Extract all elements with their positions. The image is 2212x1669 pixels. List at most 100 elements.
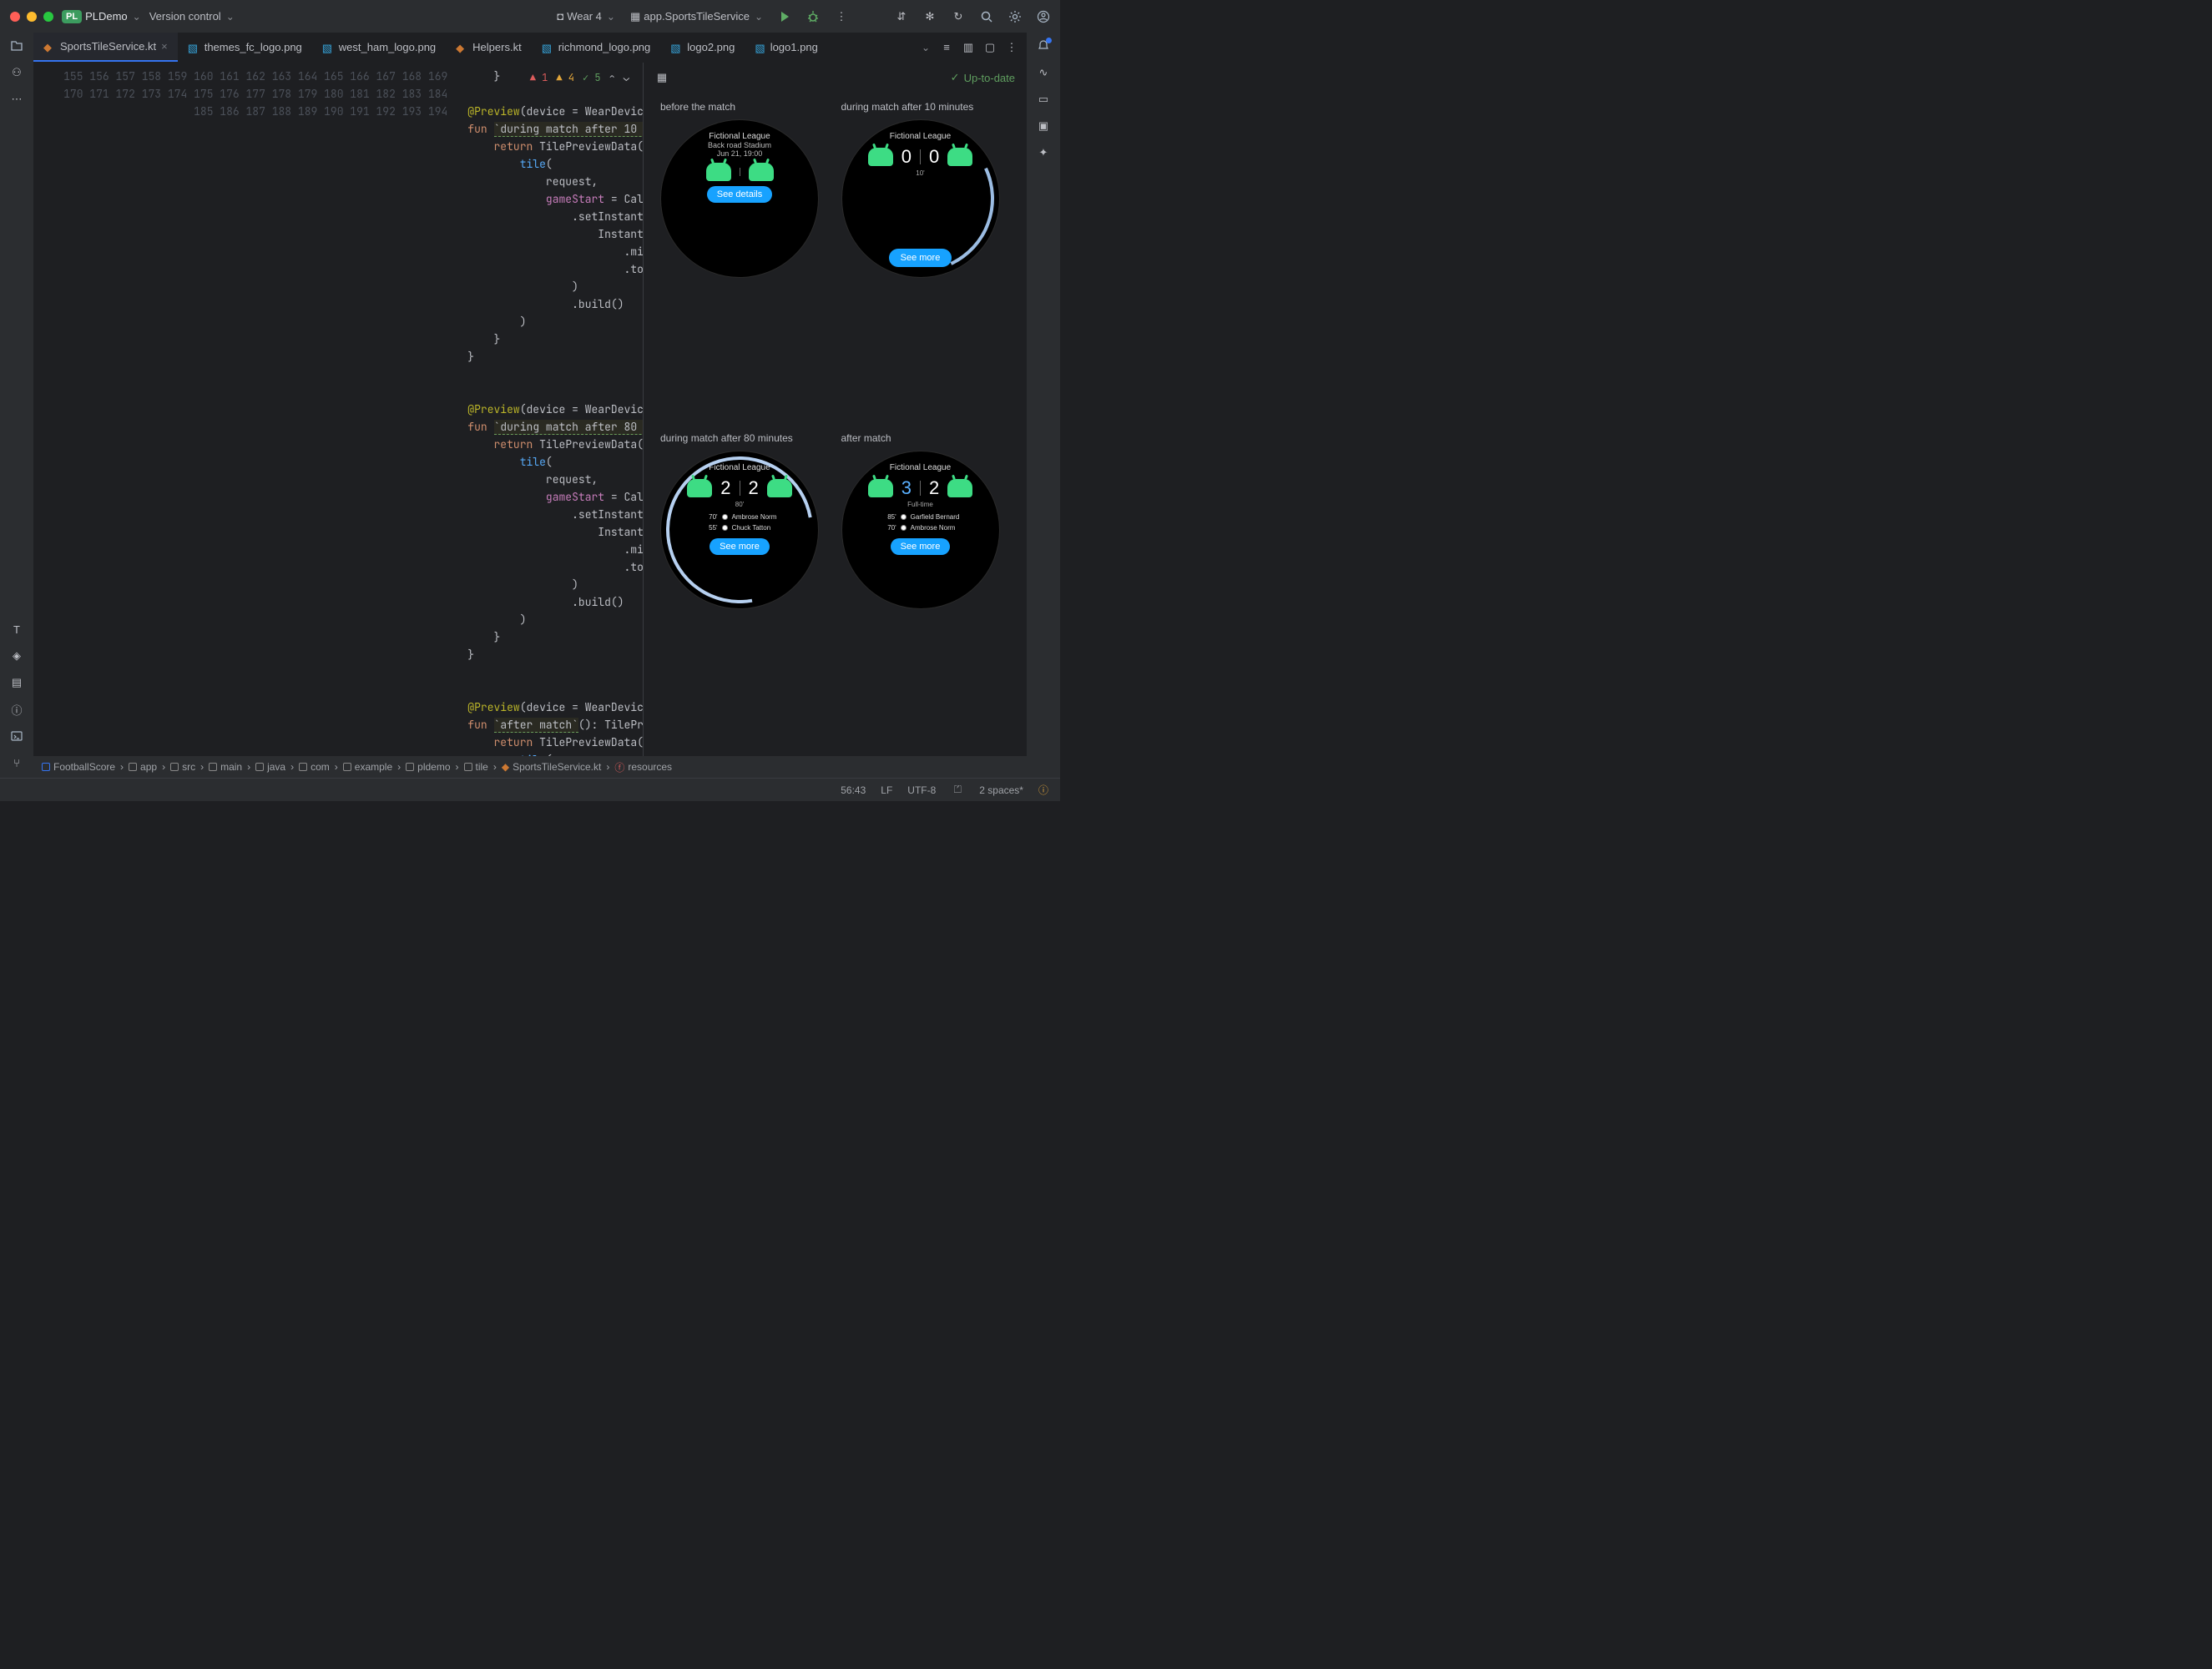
terminal-tool-icon[interactable] — [10, 729, 23, 743]
settings-icon[interactable] — [1008, 10, 1022, 23]
breadcrumb-item[interactable]: main — [209, 761, 242, 773]
tile-cta-button[interactable]: See details — [707, 186, 772, 203]
more-tool-icon[interactable]: ⋯ — [10, 93, 23, 106]
run-config-selector[interactable]: ▦ app.SportsTileService — [630, 10, 763, 23]
tab-sportstileservice[interactable]: ◆ SportsTileService.kt × — [33, 33, 178, 62]
breadcrumb-item[interactable]: ◆SportsTileService.kt — [502, 761, 602, 773]
more-icon[interactable]: ⋮ — [835, 10, 848, 23]
editor-view-split-icon[interactable]: ▥ — [962, 41, 975, 54]
tab-richmond-logo[interactable]: ▧ richmond_logo.png — [532, 33, 661, 62]
status-warning-icon[interactable]: ⓘ — [1038, 783, 1048, 797]
code-with-me-icon[interactable]: ⇵ — [895, 10, 908, 23]
breadcrumb-item[interactable]: com — [299, 761, 330, 773]
workarea: ◆ SportsTileService.kt × ▧ themes_fc_log… — [33, 33, 1027, 778]
profiler-tool-icon[interactable]: ◈ — [10, 649, 23, 663]
structure-tool-icon[interactable]: ⚇ — [10, 66, 23, 79]
running-devices-icon[interactable]: ∿ — [1037, 66, 1050, 79]
build-tool-icon[interactable]: T — [10, 623, 23, 636]
ai-assistant-icon[interactable]: ✦ — [1037, 146, 1050, 159]
logcat-tool-icon[interactable]: ▤ — [10, 676, 23, 689]
tile-cta-button[interactable]: See more — [891, 538, 951, 555]
image-file-icon: ▧ — [322, 42, 334, 53]
tab-label: Helpers.kt — [472, 41, 522, 53]
code-editor[interactable]: ▲ 1 ▲ 4 ✓ 5 ⌃ ⌄ 155 156 157 158 159 160 … — [33, 63, 643, 756]
caret-position[interactable]: 56:43 — [841, 784, 866, 796]
error-badge[interactable]: ▲ 1 — [530, 69, 548, 87]
notifications-icon[interactable] — [1037, 39, 1050, 53]
resource-manager-icon[interactable]: ▣ — [1037, 119, 1050, 133]
tab-helpers[interactable]: ◆ Helpers.kt — [446, 33, 532, 62]
breadcrumb-item[interactable]: tile — [464, 761, 488, 773]
team-a-mascot — [706, 163, 731, 181]
breadcrumb-item[interactable]: pldemo — [406, 761, 450, 773]
line-gutter[interactable]: 155 156 157 158 159 160 161 162 163 164 … — [33, 63, 459, 756]
editor-view-image-icon[interactable]: ▢ — [983, 41, 997, 54]
run-icon[interactable] — [778, 10, 791, 23]
indent-setting[interactable]: 2 spaces* — [979, 784, 1023, 796]
prev-highlight-icon[interactable]: ⌃ — [609, 69, 615, 87]
search-icon[interactable] — [980, 10, 993, 23]
warning-badge[interactable]: ▲ 4 — [556, 69, 574, 87]
tile-title: during match after 80 minutes — [660, 432, 830, 444]
close-tab-icon[interactable]: × — [161, 40, 168, 53]
breadcrumb-item[interactable]: example — [343, 761, 392, 773]
league-label: Fictional League — [709, 132, 770, 141]
score-b: 2 — [929, 477, 939, 499]
tile-title: before the match — [660, 101, 830, 113]
ide-bug-icon[interactable]: ✻ — [923, 10, 937, 23]
readonly-icon[interactable]: ⏍ — [951, 784, 964, 797]
problems-tool-icon[interactable]: ⓘ — [10, 703, 23, 716]
close-window[interactable] — [10, 12, 20, 22]
tab-westham-logo[interactable]: ▧ west_ham_logo.png — [312, 33, 446, 62]
inspection-badges[interactable]: ▲ 1 ▲ 4 ✓ 5 ⌃ ⌄ — [530, 69, 629, 87]
tab-label: richmond_logo.png — [558, 41, 651, 53]
match-timer: Full-time — [907, 501, 933, 508]
league-label: Fictional League — [890, 463, 951, 472]
preview-body[interactable]: before the matchFictional LeagueBack roa… — [644, 93, 1027, 756]
minimize-window[interactable] — [27, 12, 37, 22]
breadcrumb-item[interactable]: ⓕresources — [614, 760, 672, 774]
weak-warning-badge[interactable]: ✓ 5 — [583, 69, 601, 87]
editor-view-list-icon[interactable]: ≡ — [940, 41, 953, 54]
debug-icon[interactable] — [806, 10, 820, 23]
window-controls[interactable] — [10, 12, 53, 22]
kotlin-file-icon: ◆ — [456, 42, 467, 53]
code-content[interactable]: } @Preview(device = WearDevices.SMALL_RO… — [459, 63, 643, 756]
preview-tool-icon[interactable]: ▦ — [655, 71, 669, 84]
line-ending[interactable]: LF — [881, 784, 892, 796]
breadcrumb-item[interactable]: src — [170, 761, 195, 773]
next-highlight-icon[interactable]: ⌄ — [624, 69, 629, 87]
chevron-down-icon — [753, 10, 763, 23]
team-a-mascot — [868, 479, 893, 497]
breadcrumbs[interactable]: FootballScore›app›src›main›java›com›exam… — [33, 756, 1027, 778]
breadcrumb-item[interactable]: java — [255, 761, 285, 773]
project-tool-icon[interactable] — [10, 39, 23, 53]
maximize-window[interactable] — [43, 12, 53, 22]
preview-tile[interactable]: after matchFictional League32Full-time85… — [841, 432, 1011, 749]
editor-more-icon[interactable]: ⋮ — [1005, 41, 1018, 54]
device-manager-icon[interactable]: ▭ — [1037, 93, 1050, 106]
preview-tile[interactable]: before the matchFictional LeagueBack roa… — [660, 101, 830, 417]
vcs-menu[interactable]: Version control — [149, 10, 235, 23]
tab-themes-logo[interactable]: ▧ themes_fc_logo.png — [178, 33, 312, 62]
sync-icon[interactable]: ↻ — [952, 10, 965, 23]
tab-controls: ≡ ▥ ▢ ⋮ — [910, 33, 1027, 62]
tile-title: after match — [841, 432, 1011, 444]
preview-status: ✓ Up-to-date — [951, 71, 1015, 84]
preview-tile[interactable]: during match after 10 minutesFictional L… — [841, 101, 1011, 417]
tab-logo2[interactable]: ▧ logo2.png — [660, 33, 745, 62]
device-selector[interactable]: ◘ Wear 4 — [557, 10, 615, 23]
titlebar: PL PLDemo Version control ◘ Wear 4 ▦ app… — [0, 0, 1060, 33]
breadcrumb-item[interactable]: FootballScore — [42, 761, 115, 773]
preview-tile[interactable]: during match after 80 minutesFictional L… — [660, 432, 830, 749]
team-b-mascot — [749, 163, 774, 181]
project-selector[interactable]: PL PLDemo — [62, 10, 141, 23]
vcs-tool-icon[interactable]: ⑂ — [10, 756, 23, 769]
file-encoding[interactable]: UTF-8 — [907, 784, 936, 796]
breadcrumb-item[interactable]: app — [129, 761, 157, 773]
account-icon[interactable] — [1037, 10, 1050, 23]
goal-events: 85'Garfield Bernard70'Ambrose Norm — [881, 512, 960, 533]
tabs-overflow-icon[interactable] — [918, 41, 932, 54]
tab-label: themes_fc_logo.png — [205, 41, 302, 53]
tab-logo1[interactable]: ▧ logo1.png — [745, 33, 820, 62]
